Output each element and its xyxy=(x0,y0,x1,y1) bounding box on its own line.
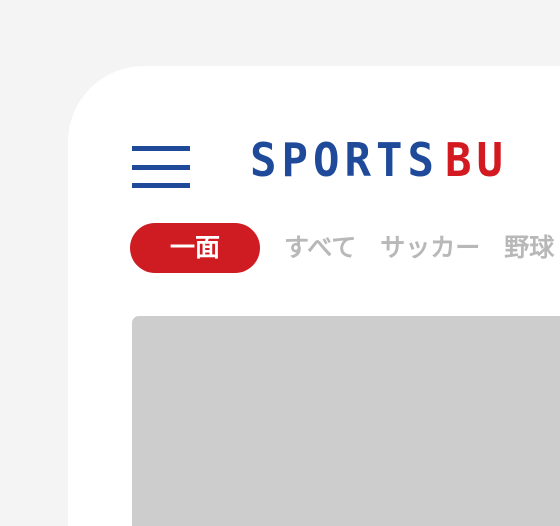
logo-text-sports: SPORTS xyxy=(250,133,439,188)
menu-bar-middle xyxy=(132,165,190,170)
tab-baseball[interactable]: 野球 xyxy=(504,223,554,273)
tab-soccer[interactable]: サッカー xyxy=(380,223,480,273)
menu-bar-bottom xyxy=(132,183,190,188)
category-tabs: 一面 すべて サッカー 野球 xyxy=(130,223,560,273)
tab-all[interactable]: すべて xyxy=(284,223,356,273)
app-screen: SPORTS BU 一面 すべて サッカー 野球 xyxy=(68,66,560,526)
app-logo[interactable]: SPORTS BU xyxy=(250,137,508,184)
logo-text-bu: BU xyxy=(444,133,508,188)
menu-bar-top xyxy=(132,146,190,151)
tab-front-page[interactable]: 一面 xyxy=(130,223,260,273)
hamburger-menu-icon[interactable] xyxy=(132,146,190,188)
hero-image-placeholder[interactable] xyxy=(132,316,560,526)
